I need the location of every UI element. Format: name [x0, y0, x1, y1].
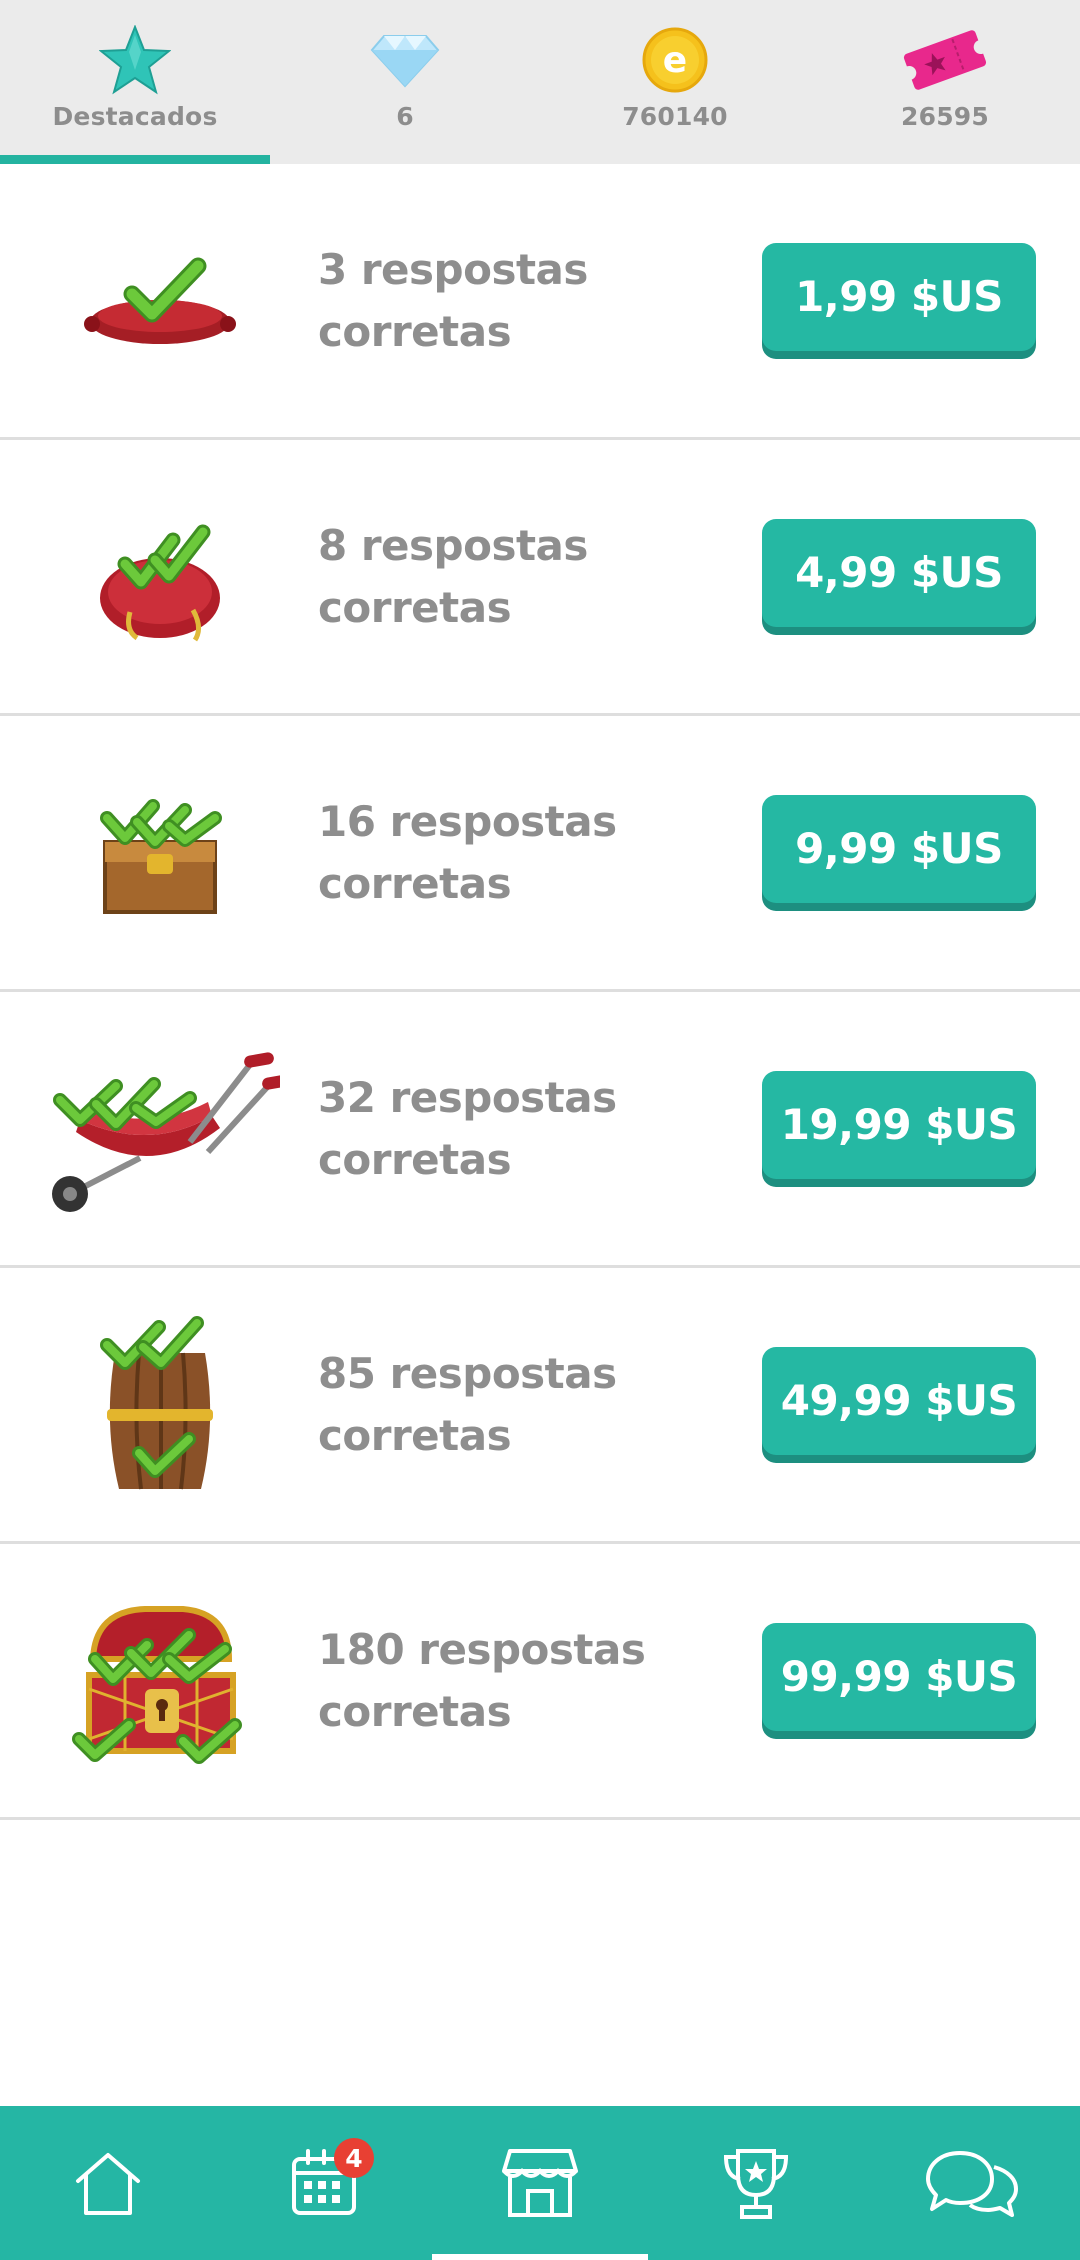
coin-icon: e: [642, 24, 708, 96]
ticket-count: 26595: [901, 102, 989, 131]
active-tab-indicator: [0, 155, 270, 164]
product-title: 8 respostas corretas: [318, 520, 588, 632]
ticket-icon: [901, 24, 989, 96]
product-title: 85 respostas corretas: [318, 1348, 617, 1460]
treasure-chest-icon: [30, 1574, 290, 1784]
svg-text:e: e: [663, 40, 687, 81]
shop-icon: [502, 2149, 578, 2217]
bottom-nav: 4: [0, 2106, 1080, 2260]
crate-icon: [30, 746, 290, 956]
cushion-icon: [30, 194, 290, 404]
product-row: 8 respostas corretas 4,99 $US: [0, 440, 1080, 716]
wheelbarrow-icon: [30, 1022, 290, 1232]
notification-badge: 4: [334, 2138, 374, 2178]
product-row: 3 respostas corretas 1,99 $US: [0, 164, 1080, 440]
star-icon: [99, 24, 171, 96]
home-icon: [76, 2153, 140, 2215]
nav-trophy[interactable]: [648, 2106, 864, 2260]
buy-button[interactable]: 4,99 $US: [762, 518, 1036, 627]
diamond-icon: [370, 24, 440, 96]
coin-count: 760140: [622, 102, 728, 131]
product-list: 3 respostas corretas 1,99 $US 8 resposta…: [0, 164, 1080, 1820]
barrel-icon: [30, 1298, 290, 1508]
currency-bar: Destacados 6 e 760140 26595: [0, 0, 1080, 164]
sack-icon: [30, 470, 290, 680]
active-nav-indicator: [432, 2254, 648, 2260]
buy-button[interactable]: 1,99 $US: [762, 242, 1036, 351]
product-title: 3 respostas corretas: [318, 244, 588, 356]
product-row: 85 respostas corretas 49,99 $US: [0, 1268, 1080, 1544]
tab-tickets[interactable]: 26595: [810, 0, 1080, 164]
nav-chat[interactable]: [864, 2106, 1080, 2260]
tab-coins[interactable]: e 760140: [540, 0, 810, 164]
buy-button[interactable]: 9,99 $US: [762, 794, 1036, 903]
chat-icon: [926, 2151, 1018, 2217]
product-title: 16 respostas corretas: [318, 796, 617, 908]
nav-calendar[interactable]: 4: [216, 2106, 432, 2260]
product-row: 32 respostas corretas 19,99 $US: [0, 992, 1080, 1268]
tab-featured[interactable]: Destacados: [0, 0, 270, 164]
buy-button[interactable]: 49,99 $US: [762, 1346, 1036, 1455]
trophy-icon: [723, 2149, 789, 2219]
product-title: 180 respostas corretas: [318, 1624, 646, 1736]
buy-button[interactable]: 99,99 $US: [762, 1622, 1036, 1731]
tab-label: Destacados: [52, 102, 218, 131]
product-row: 16 respostas corretas 9,99 $US: [0, 716, 1080, 992]
tab-diamonds[interactable]: 6: [270, 0, 540, 164]
diamond-count: 6: [396, 102, 414, 131]
nav-shop[interactable]: [432, 2106, 648, 2260]
product-row: 180 respostas corretas 99,99 $US: [0, 1544, 1080, 1820]
buy-button[interactable]: 19,99 $US: [762, 1070, 1036, 1179]
nav-home[interactable]: [0, 2106, 216, 2260]
product-title: 32 respostas corretas: [318, 1072, 617, 1184]
